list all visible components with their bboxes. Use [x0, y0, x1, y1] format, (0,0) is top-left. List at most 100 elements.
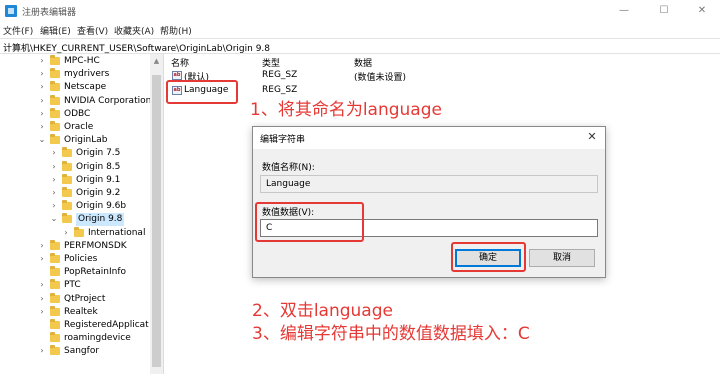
tree-item[interactable]: › ODBC: [0, 107, 150, 121]
tree-item[interactable]: › MPC-HC: [0, 55, 150, 68]
scroll-up-icon[interactable]: ▲: [151, 56, 162, 66]
chevron-right-icon[interactable]: ›: [62, 228, 70, 238]
tree-scroll-thumb[interactable]: [152, 75, 161, 367]
chevron-right-icon[interactable]: ›: [38, 280, 46, 290]
chevron-right-icon[interactable]: ›: [38, 109, 46, 119]
column-name[interactable]: 名称: [171, 56, 189, 69]
chevron-right-icon[interactable]: ›: [38, 122, 46, 132]
tree-item[interactable]: › PERFMONSDK: [0, 239, 150, 253]
tree-item-label: International: [88, 227, 146, 238]
chevron-right-icon[interactable]: ›: [38, 294, 46, 304]
dialog-title-bar: 编辑字符串 ✕: [253, 127, 605, 149]
folder-icon: [50, 253, 60, 263]
tree-item[interactable]: › NVIDIA Corporation: [0, 94, 151, 108]
value-type: REG_SZ: [262, 70, 298, 80]
chevron-right-icon[interactable]: ›: [50, 188, 58, 198]
tree-item[interactable]: › Sangfor: [0, 345, 150, 358]
tree-item-label: Netscape: [64, 82, 107, 93]
tree-item[interactable]: › International: [0, 226, 150, 240]
maximize-button[interactable]: ☐: [648, 2, 680, 20]
tree-item[interactable]: RegisteredApplicat: [0, 319, 150, 332]
folder-icon: [50, 107, 60, 118]
tree-item-label: QtProject: [64, 293, 106, 304]
chevron-right-icon[interactable]: [38, 320, 46, 330]
tree-item[interactable]: › mydrivers: [0, 68, 150, 81]
chevron-right-icon[interactable]: [38, 333, 46, 343]
chevron-right-icon[interactable]: ›: [38, 56, 46, 66]
chevron-down-icon[interactable]: ⌄: [38, 135, 46, 145]
tree-item-label: MPC-HC: [64, 56, 100, 66]
column-data[interactable]: 数据: [354, 56, 372, 69]
chevron-down-icon[interactable]: ⌄: [50, 214, 58, 224]
tree-item[interactable]: › Oracle: [0, 121, 150, 134]
tree-item[interactable]: roamingdevice: [0, 332, 150, 345]
chevron-right-icon[interactable]: ›: [38, 254, 46, 264]
tree-item[interactable]: PopRetainInfo: [0, 266, 150, 279]
annotation-step-3: 3、编辑字符串中的数值数据填入：C: [252, 324, 530, 344]
menu-file[interactable]: 文件(F): [3, 24, 33, 37]
chevron-right-icon[interactable]: ›: [38, 307, 46, 317]
tree-item-label: Oracle: [64, 122, 94, 132]
tree-item[interactable]: › QtProject: [0, 292, 150, 306]
tree-item[interactable]: › Origin 8.5: [0, 160, 150, 174]
tree-item-label: Origin 9.8: [76, 213, 125, 227]
annotation-step-2: 2、双击language: [252, 301, 393, 321]
folder-icon: [50, 81, 60, 92]
tree-item-label: Origin 9.6b: [76, 201, 127, 212]
chevron-right-icon[interactable]: ›: [50, 201, 58, 211]
tree-item-label: Origin 7.5: [76, 148, 121, 159]
chevron-right-icon[interactable]: ›: [38, 96, 46, 106]
chevron-right-icon[interactable]: ›: [50, 148, 58, 158]
menu-help[interactable]: 帮助(H): [160, 24, 192, 37]
tree-item[interactable]: ⌄ Origin 9.8: [0, 213, 150, 227]
folder-icon: [50, 94, 60, 105]
list-header: 名称 类型 数据: [165, 54, 720, 69]
menu-favorites[interactable]: 收藏夹(A): [114, 24, 154, 37]
folder-icon: [50, 134, 60, 145]
tree-item[interactable]: › Netscape: [0, 81, 150, 94]
tree-item[interactable]: › Realtek: [0, 305, 150, 319]
value-data: (数值未设置): [354, 73, 407, 83]
menu-edit[interactable]: 编辑(E): [40, 24, 71, 37]
chevron-right-icon[interactable]: [38, 267, 46, 277]
tree-item[interactable]: ⌄ OriginLab: [0, 134, 150, 147]
chevron-right-icon[interactable]: ›: [50, 175, 58, 185]
string-value-icon: ab: [172, 71, 182, 80]
close-icon[interactable]: ✕: [585, 130, 599, 144]
minimize-button[interactable]: —: [608, 2, 640, 20]
tree-item[interactable]: › Origin 9.6b: [0, 200, 150, 213]
chevron-right-icon[interactable]: ›: [38, 82, 46, 92]
value-name-field[interactable]: Language: [260, 175, 598, 193]
tree-item-label: OriginLab: [64, 135, 108, 146]
highlight-language-entry: [166, 80, 238, 104]
cancel-button[interactable]: 取消: [529, 249, 595, 267]
folder-icon: [50, 292, 60, 303]
registry-tree[interactable]: › MPC-HC › mydrivers › Netscape › NVIDIA Corpor…: [0, 54, 164, 374]
tree-item[interactable]: › PTC: [0, 279, 150, 292]
tree-item[interactable]: › Origin 9.1: [0, 173, 150, 187]
column-type[interactable]: 类型: [262, 56, 280, 69]
folder-icon: [62, 200, 72, 211]
chevron-right-icon[interactable]: ›: [38, 346, 46, 356]
tree-item-label: RegisteredApplicat: [64, 320, 149, 330]
folder-icon: [62, 187, 72, 197]
address-bar[interactable]: 计算机\HKEY_CURRENT_USER\Software\OriginLab…: [0, 38, 720, 54]
chevron-right-icon[interactable]: ›: [38, 241, 46, 251]
folder-icon: [62, 173, 72, 184]
tree-item[interactable]: › Origin 9.2: [0, 187, 150, 200]
folder-icon: [50, 121, 60, 131]
chevron-right-icon[interactable]: ›: [38, 69, 46, 79]
menu-view[interactable]: 查看(V): [77, 24, 108, 37]
tree-item-label: Origin 9.2: [76, 188, 121, 198]
value-type: REG_SZ: [262, 85, 298, 95]
close-button[interactable]: ✕: [686, 2, 718, 20]
tree-item[interactable]: › Origin 7.5: [0, 147, 150, 160]
tree-item-label: roamingdevice: [64, 333, 131, 344]
highlight-value-data: [255, 202, 364, 242]
chevron-right-icon[interactable]: ›: [50, 162, 58, 172]
folder-icon: [74, 226, 84, 237]
tree-item[interactable]: › Policies: [0, 253, 150, 266]
tree-item-label: PTC: [64, 280, 81, 291]
address-path[interactable]: 计算机\HKEY_CURRENT_USER\Software\OriginLab…: [3, 41, 270, 54]
folder-icon: [50, 266, 60, 277]
